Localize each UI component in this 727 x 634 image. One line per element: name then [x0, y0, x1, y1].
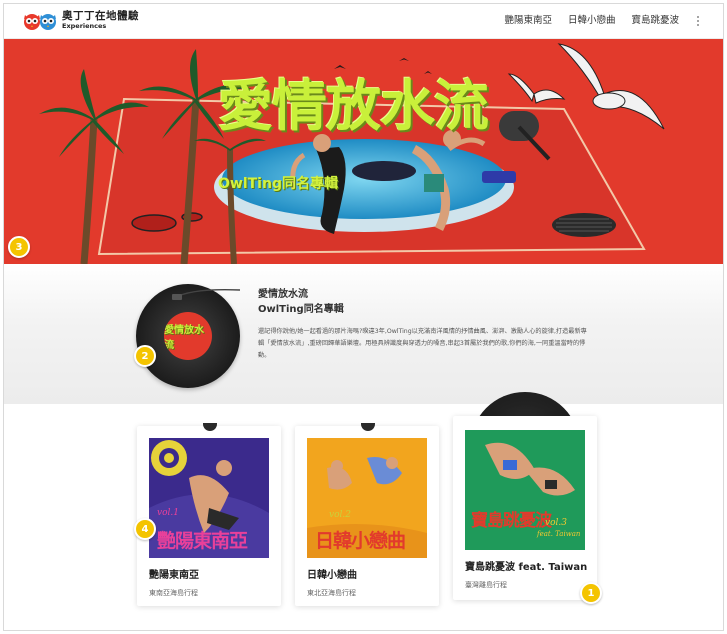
- step-badge-4: 4: [134, 518, 156, 540]
- album-description: 還記得你說他/她一起看過的那片海嗎?睽違3年,OwlTing以充滿南洋風情的抒情…: [258, 328, 587, 359]
- card-vol: vol.2: [329, 510, 351, 520]
- card-desc: 東北亞海島行程: [307, 589, 356, 597]
- card-art-title: 艷陽東南亞: [157, 530, 248, 552]
- card-art-title: 日韓小戀曲: [315, 530, 406, 552]
- album-subtitle: OwlTing同名專輯: [258, 304, 344, 315]
- album-info-section: 愛情放水流 愛情放水流 OwlTing同名專輯 還記得你說他/她一起看過的那片海…: [4, 264, 723, 404]
- step-badge-1: 1: [580, 582, 602, 604]
- tonearm-icon: [172, 289, 241, 300]
- card-art[interactable]: vol.1 艷陽東南亞: [149, 438, 269, 558]
- hero-title: 愛情放水流: [218, 73, 489, 138]
- card-art[interactable]: 寶島跳憂波 vol.3 feat. Taiwan: [465, 430, 585, 550]
- owl-logo-icon[interactable]: [22, 10, 60, 32]
- card-notch: [203, 423, 217, 431]
- track-card-taiwan[interactable]: 寶島跳憂波 vol.3 feat. Taiwan 寶島跳憂波 feat. Tai…: [453, 416, 597, 600]
- step-badge-3: 3: [8, 236, 30, 258]
- disc-label-text: 愛情放水流: [164, 325, 204, 351]
- hero-subtitle: OwlTing同名專輯: [218, 176, 338, 192]
- brand-name: 奧丁丁在地體驗: [62, 10, 139, 22]
- right-speaker: [552, 213, 616, 237]
- card-vol: vol.1: [157, 508, 179, 518]
- track-card-southeast-asia[interactable]: vol.1 艷陽東南亞 艷陽東南亞 東南亞海島行程: [137, 423, 281, 606]
- track-card-japan-korea[interactable]: vol.2 日韓小戀曲 日韓小戀曲 東北亞海島行程: [295, 423, 439, 606]
- card-art[interactable]: vol.2 日韓小戀曲: [307, 438, 427, 558]
- brand[interactable]: 奧丁丁在地體驗 Experiences: [62, 10, 139, 31]
- page-frame: 奧丁丁在地體驗 Experiences 艷陽東南亞 日韓小戀曲 寶島跳憂波 愛情…: [3, 3, 724, 631]
- card-art-title: 寶島跳憂波: [471, 511, 552, 531]
- step-badge-2: 2: [134, 345, 156, 367]
- top-navbar: 奧丁丁在地體驗 Experiences 艷陽東南亞 日韓小戀曲 寶島跳憂波: [4, 4, 723, 39]
- card-title[interactable]: 艷陽東南亞: [149, 569, 199, 582]
- card-art-feat: feat. Taiwan: [537, 530, 581, 538]
- nav-link-taiwan[interactable]: 寶島跳憂波: [631, 15, 679, 27]
- kebab-menu-icon[interactable]: [693, 15, 703, 27]
- hero-banner: 愛情放水流 OwlTing同名專輯: [4, 39, 723, 264]
- brand-tagline: Experiences: [62, 22, 107, 30]
- card-title[interactable]: 寶島跳憂波 feat. Taiwan: [465, 561, 587, 574]
- album-title: 愛情放水流: [258, 289, 308, 300]
- card-desc: 臺灣離島行程: [465, 581, 507, 589]
- card-notch: [361, 423, 375, 431]
- nav-link-japan-korea[interactable]: 日韓小戀曲: [568, 15, 616, 27]
- disc-label: 愛情放水流: [164, 312, 212, 360]
- card-vol: vol.3: [545, 518, 567, 528]
- card-title[interactable]: 日韓小戀曲: [307, 569, 357, 582]
- card-desc: 東南亞海島行程: [149, 589, 198, 597]
- main-nav: 艷陽東南亞 日韓小戀曲 寶島跳憂波: [488, 15, 703, 27]
- nav-link-southeast-asia[interactable]: 艷陽東南亞: [504, 15, 552, 27]
- left-speaker: [131, 214, 177, 232]
